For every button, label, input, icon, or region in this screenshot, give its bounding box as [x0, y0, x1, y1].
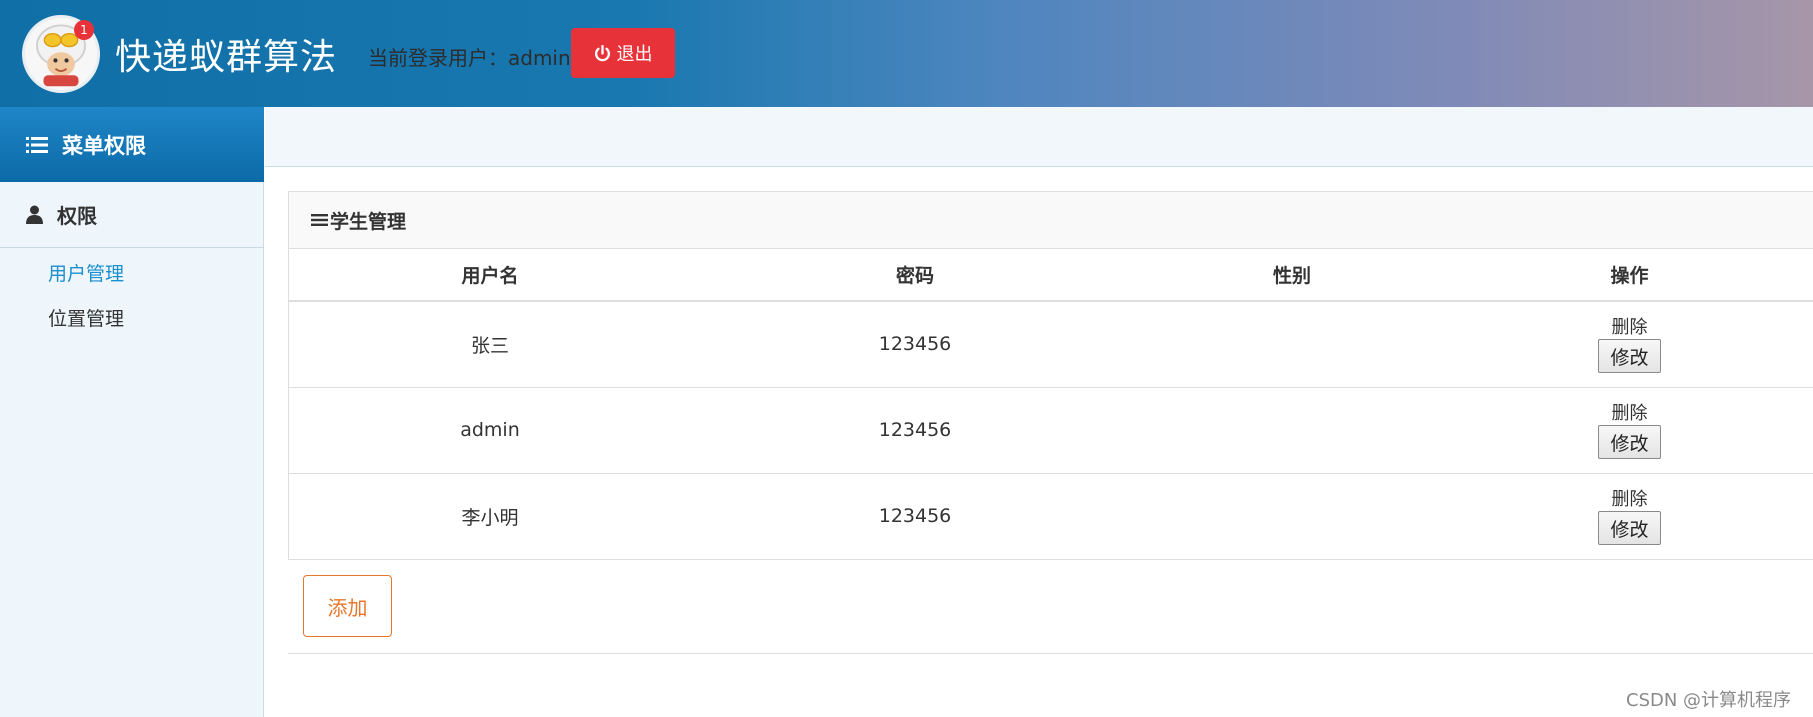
app-title: 快递蚁群算法: [115, 37, 338, 78]
sidebar-group-permission[interactable]: 权限: [0, 182, 264, 248]
column-header-password: 密码: [691, 249, 1139, 302]
logout-button[interactable]: 退出: [571, 28, 675, 78]
column-header-username: 用户名: [289, 249, 691, 302]
power-icon: [594, 44, 610, 61]
sidebar-item-user-management[interactable]: 用户管理: [48, 259, 124, 286]
cell-password: 123456: [691, 301, 1139, 388]
panel-heading: 学生管理: [289, 192, 1813, 249]
sidebar-group-label: 权限: [57, 204, 97, 228]
cell-password: 123456: [691, 387, 1139, 474]
cell-gender: [1139, 473, 1445, 559]
cell-actions: 删除 修改: [1445, 473, 1813, 559]
column-header-gender: 性别: [1139, 249, 1445, 302]
login-info: 当前登录用户：admin: [368, 42, 571, 71]
panel-footer: [288, 560, 1813, 654]
cell-gender: [1139, 301, 1445, 388]
login-label: 当前登录用户：: [368, 46, 508, 70]
sidebar: 菜单权限 权限 用户管理 位置管理: [0, 107, 264, 717]
cell-gender: [1139, 387, 1445, 474]
menu-icon: [311, 214, 328, 226]
table-row: admin 123456 删除 修改: [289, 387, 1813, 474]
column-header-actions: 操作: [1445, 249, 1813, 302]
cell-username: 张三: [289, 301, 691, 388]
user-table: 用户名 密码 性别 操作 张三 123456 删除 修改 admin 12345…: [289, 249, 1813, 559]
table-header-row: 用户名 密码 性别 操作: [289, 249, 1813, 302]
panel-title: 学生管理: [330, 210, 407, 233]
table-row: 张三 123456 删除 修改: [289, 301, 1813, 388]
cell-username: admin: [289, 387, 691, 474]
top-header: 1 快递蚁群算法 当前登录用户：admin 退出: [0, 0, 1813, 107]
cell-username: 李小明: [461, 506, 519, 529]
user-icon: [26, 205, 43, 224]
edit-button[interactable]: 修改: [1598, 511, 1661, 546]
content-topbar: [265, 107, 1813, 167]
delete-link[interactable]: 删除: [1612, 317, 1648, 339]
list-icon: [26, 136, 48, 153]
watermark: CSDN @计算机程序: [1626, 690, 1792, 711]
delete-link[interactable]: 删除: [1612, 403, 1648, 425]
logout-label: 退出: [616, 44, 653, 65]
edit-button[interactable]: 修改: [1598, 425, 1661, 459]
table-row: 李小明 123456 删除 修改: [289, 473, 1813, 559]
sidebar-header[interactable]: 菜单权限: [0, 107, 264, 182]
login-username: admin: [508, 46, 571, 70]
edit-button[interactable]: 修改: [1598, 339, 1661, 374]
add-button[interactable]: 添加: [303, 575, 392, 637]
cell-actions: 删除 修改: [1445, 301, 1813, 388]
sidebar-header-label: 菜单权限: [62, 133, 146, 158]
notification-badge: 1: [74, 20, 94, 40]
cell-actions: 删除 修改: [1445, 387, 1813, 474]
delete-link[interactable]: 删除: [1612, 489, 1648, 511]
sidebar-item-location-management[interactable]: 位置管理: [48, 304, 124, 331]
cell-password: 123456: [878, 505, 952, 528]
student-panel: 学生管理 用户名 密码 性别 操作 张三 123456 删除 修改 admin …: [288, 191, 1813, 560]
